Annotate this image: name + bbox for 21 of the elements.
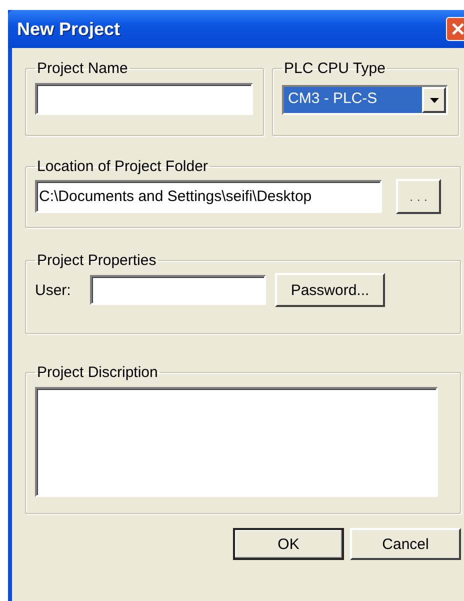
- group-label: PLC CPU Type: [283, 60, 386, 77]
- group-label: Project Properties: [36, 252, 158, 269]
- group-label: Project Discription: [36, 364, 159, 381]
- window-title: New Project: [16, 18, 120, 40]
- dropdown-value: CM3 - PLC-S: [284, 87, 422, 113]
- folder-path-field[interactable]: C:\Documents and Settings\seifi\Desktop: [35, 180, 382, 213]
- browse-button[interactable]: . . .: [396, 179, 441, 214]
- caret-icon: [430, 98, 438, 102]
- description-field[interactable]: [35, 387, 438, 497]
- cpu-type-dropdown[interactable]: CM3 - PLC-S: [282, 85, 448, 115]
- group-label: Project Name: [36, 60, 129, 77]
- group-label: Location of Project Folder: [36, 158, 209, 175]
- user-label: User:: [35, 282, 72, 298]
- dropdown-arrow-button[interactable]: [422, 87, 446, 113]
- password-button[interactable]: Password...: [275, 273, 385, 307]
- default-button[interactable]: OK: [233, 528, 344, 560]
- close-button[interactable]: [446, 17, 464, 41]
- close-icon: [451, 22, 464, 36]
- project-name-field[interactable]: [35, 83, 253, 115]
- user-field[interactable]: [90, 275, 266, 305]
- dialog-button[interactable]: Cancel: [350, 528, 461, 560]
